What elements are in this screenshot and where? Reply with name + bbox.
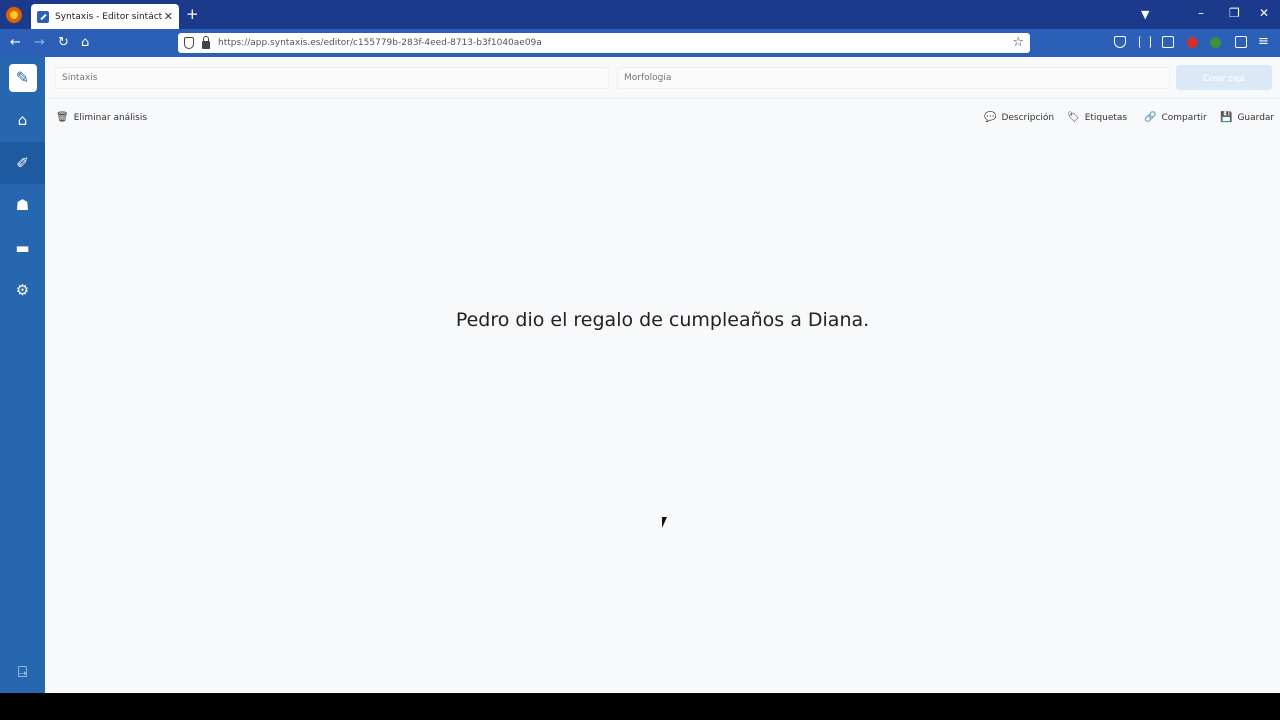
hamburger-menu-icon[interactable]: ≡: [1258, 34, 1269, 49]
pocket-icon[interactable]: [1114, 36, 1126, 48]
window-close-icon[interactable]: ✕: [1259, 6, 1269, 20]
editor-toolbar: 🗑 Eliminar análisis 💬 Descripción 🏷 Etiq…: [45, 109, 1280, 129]
create-box-button[interactable]: Crear caja: [1176, 65, 1272, 90]
edit-icon: ✐: [16, 153, 29, 172]
syntaxis-favicon-icon: [37, 10, 49, 23]
browser-tab-bar: Syntaxis - Editor sintáctico para ✕ + ▼ …: [0, 0, 1280, 29]
save-label: Guardar: [1237, 113, 1275, 123]
gear-icon: ⚙: [15, 280, 30, 299]
url-bar[interactable]: https://app.syntaxis.es/editor/c155779b-…: [178, 33, 1030, 53]
sidebar-item-new[interactable]: ✎: [0, 57, 45, 99]
comment-icon: 💬: [984, 112, 997, 123]
analysis-sentence[interactable]: Pedro dio el regalo de cumpleaños a Dian…: [45, 309, 1280, 331]
home-browser-icon[interactable]: ⌂: [81, 35, 89, 50]
tags-button[interactable]: 🏷 Etiquetas: [1067, 112, 1128, 124]
browser-tab-active[interactable]: Syntaxis - Editor sintáctico para ✕: [31, 4, 179, 29]
list-tabs-icon[interactable]: ▼: [1141, 8, 1149, 21]
share-label: Compartir: [1161, 113, 1207, 123]
input-row: Crear caja: [45, 57, 1280, 99]
library-icon[interactable]: [1139, 36, 1151, 48]
link-icon: 🔗: [1144, 112, 1157, 123]
back-icon[interactable]: ←: [10, 35, 21, 50]
mouse-cursor-icon: [662, 517, 672, 528]
trash-icon: 🗑: [56, 112, 69, 123]
home-icon: ⌂: [17, 110, 28, 129]
minimize-icon[interactable]: –: [1198, 6, 1204, 20]
save-icon: 💾: [1220, 112, 1233, 123]
extensions-icon[interactable]: [1235, 36, 1247, 48]
bottom-black-bar: [0, 693, 1280, 720]
archive-icon: ▬: [15, 238, 30, 257]
sidebar-item-home[interactable]: ⌂: [0, 99, 45, 141]
tab-title: Syntaxis - Editor sintáctico para: [55, 11, 163, 22]
forward-icon[interactable]: →: [34, 35, 45, 50]
description-button[interactable]: 💬 Descripción: [984, 112, 1055, 124]
delete-analysis-label: Eliminar análisis: [73, 113, 148, 123]
tracking-shield-icon[interactable]: [184, 37, 194, 49]
editor-main: Crear caja 🗑 Eliminar análisis 💬 Descrip…: [45, 57, 1280, 693]
users-icon: ☗: [15, 195, 30, 214]
app-sidebar: ✎ ⌂ ✐ ☗ ▬ ⚙ ⍈: [0, 57, 45, 693]
tags-label: Etiquetas: [1084, 113, 1128, 123]
extension-red-icon[interactable]: [1187, 37, 1198, 48]
firefox-icon[interactable]: [6, 7, 22, 23]
sidebar-item-logout[interactable]: ⍈: [0, 651, 45, 693]
save-button[interactable]: 💾 Guardar: [1220, 112, 1275, 124]
extension-green-icon[interactable]: [1210, 37, 1221, 48]
tags-icon: 🏷: [1067, 112, 1080, 123]
syntax-input[interactable]: [55, 67, 609, 89]
browser-nav-bar: ← → ↻ ⌂ https://app.syntaxis.es/editor/c…: [0, 29, 1280, 57]
new-tab-icon[interactable]: +: [186, 6, 199, 22]
logout-icon: ⍈: [17, 662, 27, 681]
reload-icon[interactable]: ↻: [58, 35, 69, 50]
url-text[interactable]: https://app.syntaxis.es/editor/c155779b-…: [218, 38, 542, 48]
pencil-icon: ✎: [8, 64, 37, 92]
sidebar-item-users[interactable]: ☗: [0, 184, 45, 226]
sidebar-item-archive[interactable]: ▬: [0, 227, 45, 269]
sidebar-icon[interactable]: [1162, 36, 1174, 48]
restore-icon[interactable]: ❐: [1229, 6, 1240, 20]
share-button[interactable]: 🔗 Compartir: [1144, 112, 1207, 124]
sidebar-item-settings[interactable]: ⚙: [0, 269, 45, 311]
sidebar-item-editor[interactable]: ✐: [0, 142, 45, 184]
bookmark-star-icon[interactable]: ☆: [1012, 35, 1024, 50]
lock-icon[interactable]: [202, 36, 210, 49]
tab-close-icon[interactable]: ✕: [164, 11, 173, 22]
description-label: Descripción: [1001, 113, 1055, 123]
delete-analysis-button[interactable]: 🗑 Eliminar análisis: [56, 112, 148, 124]
morphology-input[interactable]: [617, 67, 1170, 89]
